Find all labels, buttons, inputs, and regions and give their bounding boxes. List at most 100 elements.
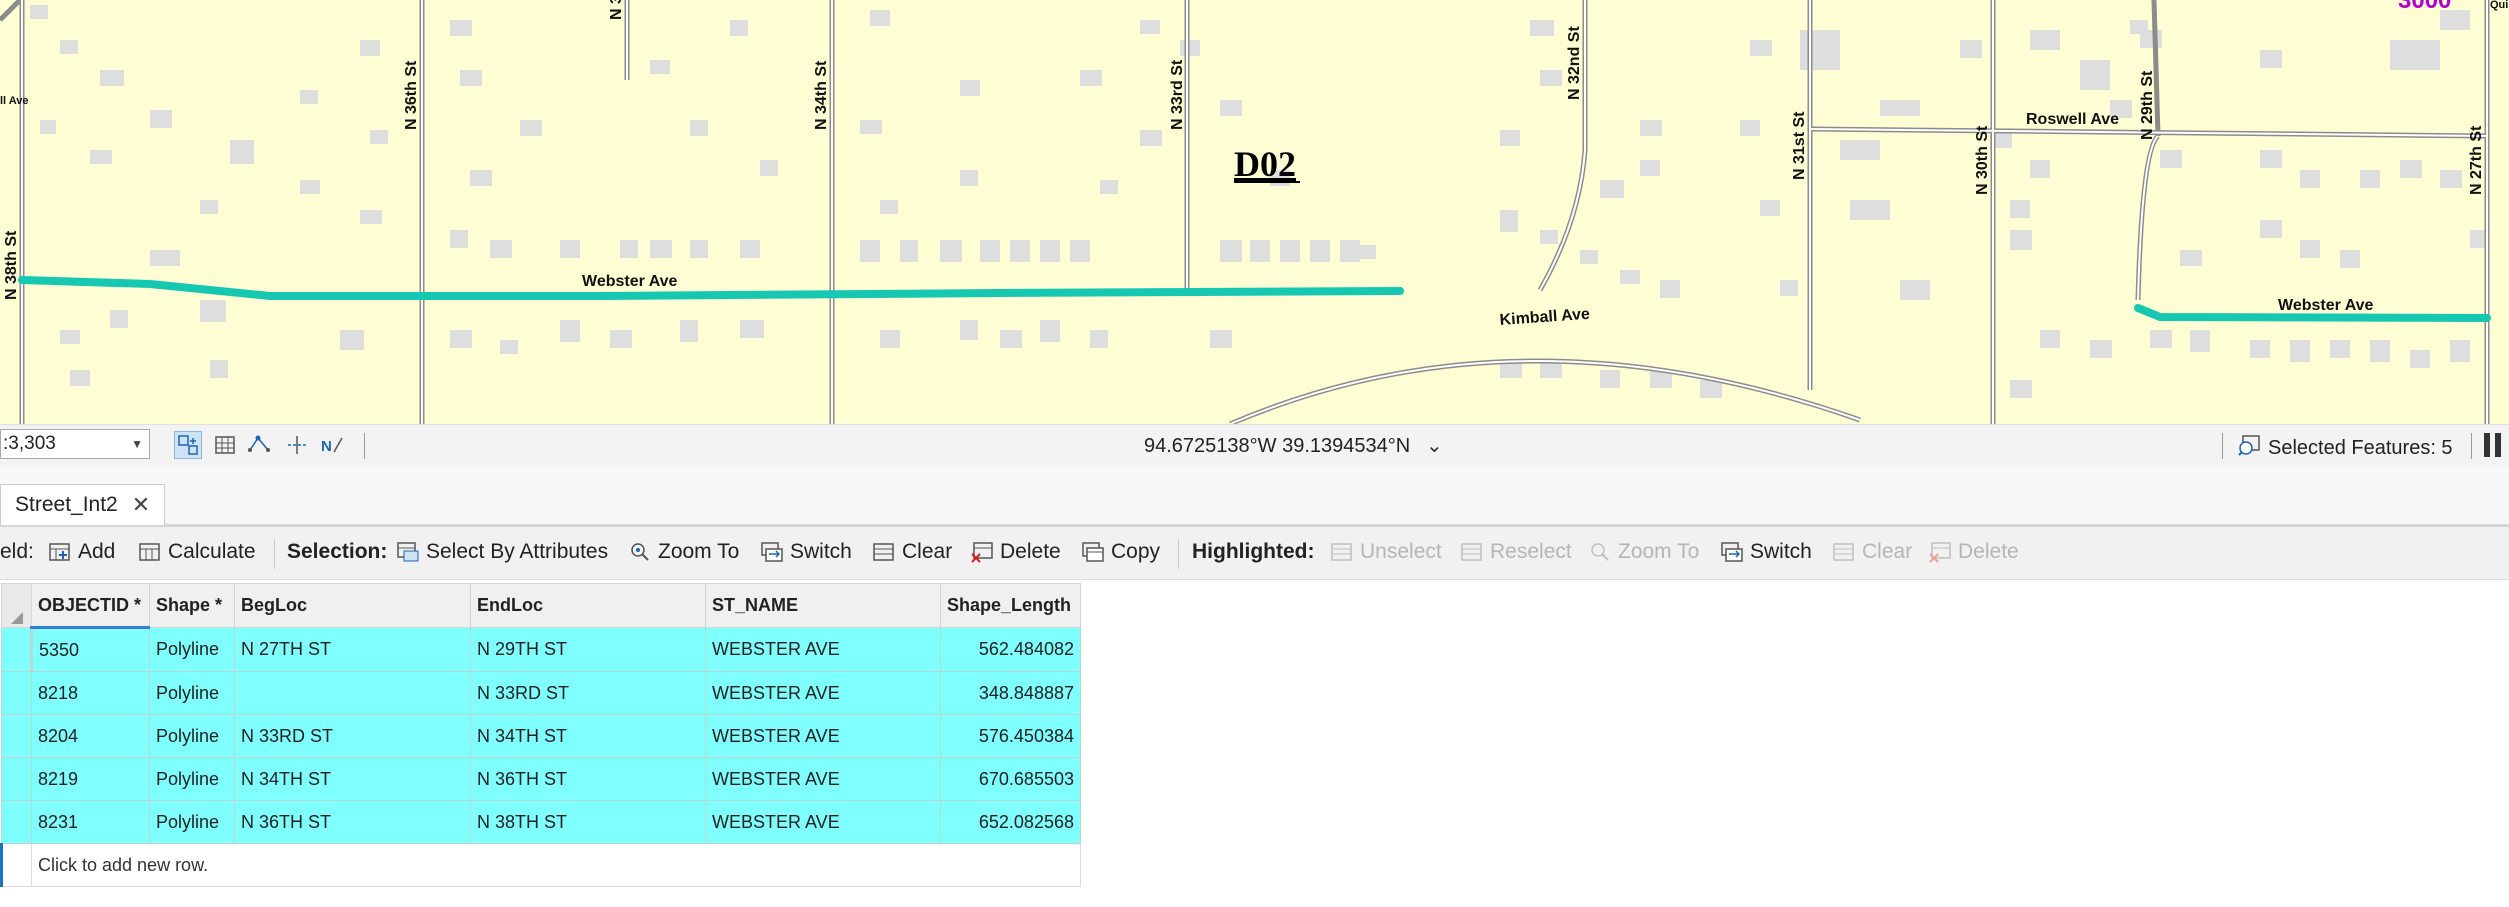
tab-street-int2[interactable]: Street_Int2 ✕ — [0, 484, 166, 525]
scale-selector[interactable]: :3,303 ▼ — [0, 429, 150, 459]
highlighted-delete-button[interactable]: Delete — [1928, 540, 2019, 564]
cell-st-name[interactable]: WEBSTER AVE — [705, 627, 941, 672]
label-n34th: N 34th St — [813, 60, 830, 130]
clear-label: Clear — [902, 540, 953, 563]
unselect-icon — [1330, 541, 1354, 563]
cell-shape[interactable]: Polyline — [149, 757, 235, 801]
label-right-partial: Qui — [2490, 0, 2508, 11]
reselect-label: Reselect — [1490, 540, 1572, 563]
switch-button[interactable]: Switch — [760, 540, 852, 564]
close-icon[interactable]: ✕ — [132, 486, 150, 524]
attribute-table: OBJECTID * Shape * BegLoc EndLoc ST_NAME… — [0, 583, 1081, 887]
cell-st-name[interactable]: WEBSTER AVE — [705, 671, 941, 715]
table-row[interactable]: 8231 Polyline N 36TH ST N 38TH ST WEBSTE… — [1, 800, 1081, 844]
row-selector[interactable] — [1, 671, 32, 715]
table-row[interactable]: 8218 Polyline N 33RD ST WEBSTER AVE 348.… — [1, 671, 1081, 715]
crosshair-icon[interactable] — [283, 431, 311, 459]
cell-shape-length[interactable]: 652.082568 — [940, 800, 1081, 844]
select-by-attributes-button[interactable]: Select By Attributes — [396, 540, 608, 564]
cell-begloc[interactable]: N 34TH ST — [234, 757, 471, 801]
calculator-icon — [138, 541, 162, 563]
label-left-ave: ll Ave — [0, 95, 29, 107]
row-selector[interactable] — [1, 757, 32, 801]
cell-endloc[interactable]: N 36TH ST — [470, 757, 706, 801]
cell-shape[interactable]: Polyline — [149, 714, 235, 758]
cell-endloc[interactable]: N 34TH ST — [470, 714, 706, 758]
column-header-objectid[interactable]: OBJECTID * — [31, 583, 150, 629]
unselect-button[interactable]: Unselect — [1330, 540, 1442, 564]
cell-endloc[interactable]: N 29TH ST — [470, 627, 706, 672]
column-header-shape-length[interactable]: Shape_Length — [940, 583, 1081, 628]
cell-objectid[interactable]: 8231 — [31, 800, 150, 844]
cell-shape-length[interactable]: 576.450384 — [940, 714, 1081, 758]
chevron-down-icon[interactable]: ⌄ — [1426, 433, 1443, 458]
calculate-button[interactable]: Calculate — [138, 540, 256, 564]
map-view[interactable]: D02 3000 N 38th St N 36th St N 34th St N… — [0, 0, 2509, 424]
reselect-icon — [1460, 541, 1484, 563]
selected-features-indicator[interactable]: Selected Features: 5 — [2238, 433, 2453, 463]
fixed-zoom-icon[interactable] — [174, 431, 202, 459]
cell-st-name[interactable]: WEBSTER AVE — [705, 757, 941, 801]
cell-shape[interactable]: Polyline — [149, 627, 235, 672]
table-row[interactable]: 8219 Polyline N 34TH ST N 36TH ST WEBSTE… — [1, 757, 1081, 801]
table-row[interactable]: 5350 Polyline N 27TH ST N 29TH ST WEBSTE… — [1, 627, 1081, 672]
calculate-label: Calculate — [168, 540, 256, 563]
highlighted-clear-button[interactable]: Clear — [1832, 540, 1912, 564]
table-row[interactable]: 8204 Polyline N 33RD ST N 34TH ST WEBSTE… — [1, 714, 1081, 758]
cell-begloc[interactable]: N 36TH ST — [234, 800, 471, 844]
add-new-row[interactable]: Click to add new row. — [0, 843, 1081, 887]
zoom-to-button[interactable]: Zoom To — [628, 540, 739, 564]
highlighted-clear-label: Clear — [1862, 540, 1913, 563]
cell-begloc[interactable]: N 27TH ST — [234, 627, 471, 672]
highlighted-switch-button[interactable]: Switch — [1720, 540, 1812, 564]
cell-shape-length[interactable]: 348.848887 — [940, 671, 1081, 715]
zoom-to-label: Zoom To — [658, 540, 740, 563]
cell-objectid[interactable]: 8219 — [31, 757, 150, 801]
column-header-endloc[interactable]: EndLoc — [470, 583, 706, 628]
switch-selection-icon — [1720, 541, 1744, 563]
row-selector[interactable] — [1, 627, 32, 672]
cell-shape[interactable]: Polyline — [149, 671, 235, 715]
row-selector[interactable] — [1, 800, 32, 844]
cell-begloc[interactable]: N 33RD ST — [234, 714, 471, 758]
cell-begloc[interactable] — [234, 671, 471, 715]
cell-st-name[interactable]: WEBSTER AVE — [705, 800, 941, 844]
cell-objectid[interactable]: 5350 — [30, 627, 150, 672]
pause-drawing-icon[interactable] — [2482, 433, 2504, 457]
row-selector[interactable] — [0, 843, 32, 887]
clear-selection-icon — [1832, 541, 1856, 563]
snapping-icon[interactable] — [246, 431, 274, 459]
tab-label: Street_Int2 — [15, 493, 118, 516]
copy-selection-button[interactable]: Copy — [1081, 540, 1160, 564]
cell-endloc[interactable]: N 38TH ST — [470, 800, 706, 844]
cell-endloc[interactable]: N 33RD ST — [470, 671, 706, 715]
cell-objectid[interactable]: 8218 — [31, 671, 150, 715]
reselect-button[interactable]: Reselect — [1460, 540, 1572, 564]
add-field-button[interactable]: Add — [48, 540, 115, 564]
label-n31st: N 31st St — [1791, 111, 1808, 180]
select-all-cell[interactable] — [1, 583, 32, 628]
clear-selection-button[interactable]: Clear — [872, 540, 952, 564]
row-selector[interactable] — [1, 714, 32, 758]
chevron-down-icon[interactable]: ▼ — [131, 430, 143, 458]
delete-selection-button[interactable]: Delete — [970, 540, 1061, 564]
select-by-attributes-icon — [396, 541, 420, 563]
cell-st-name[interactable]: WEBSTER AVE — [705, 714, 941, 758]
add-label: Add — [78, 540, 116, 563]
highlighted-zoom-to-button[interactable]: Zoom To — [1588, 540, 1699, 564]
delete-selection-icon — [970, 541, 994, 563]
column-header-st-name[interactable]: ST_NAME — [705, 583, 941, 628]
add-new-row-text[interactable]: Click to add new row. — [31, 843, 1081, 887]
grid-icon[interactable] — [211, 431, 239, 459]
cell-shape-length[interactable]: 562.484082 — [940, 627, 1081, 672]
column-header-begloc[interactable]: BegLoc — [234, 583, 471, 628]
label-n30th: N 30th St — [1974, 125, 1991, 195]
column-header-shape[interactable]: Shape * — [149, 583, 235, 628]
attribute-table-tab-bar: Street_Int2 ✕ — [0, 466, 2509, 527]
cell-shape-length[interactable]: 670.685503 — [940, 757, 1081, 801]
selected-webster-ave-west[interactable] — [18, 276, 1404, 300]
north-arrow-icon[interactable]: N — [319, 431, 347, 459]
cell-shape[interactable]: Polyline — [149, 800, 235, 844]
selected-features-text: Selected Features: 5 — [2268, 436, 2453, 459]
cell-objectid[interactable]: 8204 — [31, 714, 150, 758]
